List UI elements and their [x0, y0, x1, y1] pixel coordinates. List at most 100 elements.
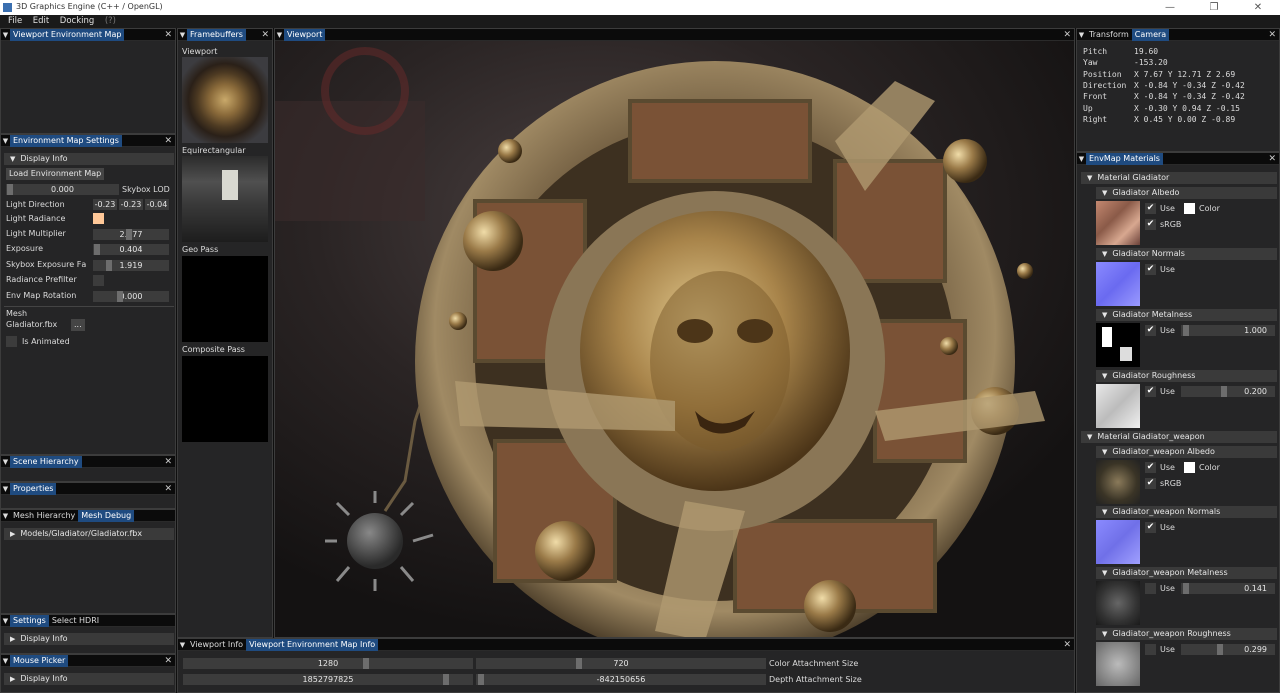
slider-knob[interactable]: [7, 184, 13, 195]
close-icon[interactable]: ✕: [164, 456, 172, 468]
slider-knob[interactable]: [126, 229, 132, 240]
radiance-prefilter-checkbox[interactable]: [93, 275, 104, 286]
tab-camera[interactable]: Camera: [1131, 29, 1170, 41]
material-weapon-header[interactable]: ▼ Material Gladiator_weapon: [1081, 431, 1277, 443]
normals-use-checkbox[interactable]: ✔: [1145, 264, 1156, 275]
close-icon[interactable]: ✕: [164, 483, 172, 495]
metalness-slider[interactable]: 1.000: [1181, 325, 1275, 336]
tab-viewport-info[interactable]: Viewport Info: [187, 639, 246, 651]
slider-knob[interactable]: [576, 658, 582, 669]
menu-help[interactable]: (?): [105, 15, 116, 28]
tab-settings[interactable]: Settings: [10, 615, 49, 627]
tab-select-hdri[interactable]: Select HDRI: [49, 615, 102, 627]
slider-knob[interactable]: [443, 674, 449, 685]
collapse-arrow-icon[interactable]: ▼: [1, 483, 10, 495]
slider-knob[interactable]: [1183, 325, 1189, 336]
weapon-roughness-slider[interactable]: 0.299: [1181, 644, 1275, 655]
slider-knob[interactable]: [1217, 644, 1223, 655]
close-icon[interactable]: ✕: [164, 655, 172, 667]
collapse-arrow-icon[interactable]: ▼: [178, 639, 187, 651]
slider-knob[interactable]: [1221, 386, 1227, 397]
tab-mesh-debug[interactable]: Mesh Debug: [78, 510, 135, 522]
roughness-use-checkbox[interactable]: ✔: [1145, 386, 1156, 397]
tab-viewport[interactable]: Viewport: [284, 29, 326, 41]
close-icon[interactable]: ✕: [164, 135, 172, 147]
close-icon[interactable]: ✕: [164, 29, 172, 41]
weapon-roughness-use-checkbox[interactable]: [1145, 644, 1156, 655]
tab-mouse-picker[interactable]: Mouse Picker: [10, 655, 69, 667]
collapse-arrow-icon[interactable]: ▼: [1, 135, 10, 147]
minimize-button[interactable]: —: [1148, 1, 1192, 14]
tab-envmap-materials[interactable]: EnvMap Materials: [1086, 153, 1163, 165]
weapon-normals-use-checkbox[interactable]: ✔: [1145, 522, 1156, 533]
color-height-slider[interactable]: 720: [476, 658, 766, 669]
weapon-metalness-slider[interactable]: 0.141: [1181, 583, 1275, 594]
close-icon[interactable]: ✕: [1268, 29, 1276, 41]
tab-transform[interactable]: Transform: [1086, 29, 1132, 41]
close-icon[interactable]: ✕: [1063, 29, 1071, 41]
depth-width-slider[interactable]: 1852797825: [183, 674, 473, 685]
metalness-use-checkbox[interactable]: ✔: [1145, 325, 1156, 336]
normals-header[interactable]: ▼ Gladiator Normals: [1096, 248, 1277, 260]
light-direction-x[interactable]: -0.23: [93, 199, 117, 210]
tab-properties[interactable]: Properties: [10, 483, 57, 495]
weapon-normals-header[interactable]: ▼ Gladiator_weapon Normals: [1096, 506, 1277, 518]
collapse-arrow-icon[interactable]: ▼: [1, 510, 10, 522]
weapon-metalness-use-checkbox[interactable]: [1145, 583, 1156, 594]
menu-file[interactable]: File: [8, 15, 22, 28]
collapse-arrow-icon[interactable]: ▼: [275, 29, 284, 41]
display-info-header[interactable]: ▼ Display Info: [4, 153, 174, 165]
skybox-exposure-slider[interactable]: 1.919: [93, 260, 169, 271]
weapon-roughness-header[interactable]: ▼ Gladiator_weapon Roughness: [1096, 628, 1277, 640]
albedo-use-checkbox[interactable]: ✔: [1145, 203, 1156, 214]
metalness-header[interactable]: ▼ Gladiator Metalness: [1096, 309, 1277, 321]
albedo-color-swatch[interactable]: [1184, 203, 1195, 214]
light-multiplier-slider[interactable]: 2.677: [93, 229, 169, 240]
tab-framebuffers[interactable]: Framebuffers: [187, 29, 246, 41]
menu-docking[interactable]: Docking: [60, 15, 95, 28]
light-direction-y[interactable]: -0.23: [119, 199, 143, 210]
env-map-rotation-slider[interactable]: 0.000: [93, 291, 169, 302]
depth-height-slider[interactable]: -842150656: [476, 674, 766, 685]
mesh-tree-item[interactable]: ▶ Models/Gladiator/Gladiator.fbx: [4, 528, 174, 540]
tab-mesh-hierarchy[interactable]: Mesh Hierarchy: [10, 510, 78, 522]
slider-knob[interactable]: [1183, 583, 1189, 594]
slider-knob[interactable]: [94, 244, 100, 255]
collapse-arrow-icon[interactable]: ▼: [1077, 153, 1086, 165]
light-direction-z[interactable]: -0.04: [145, 199, 169, 210]
collapse-arrow-icon[interactable]: ▼: [1, 615, 10, 627]
roughness-header[interactable]: ▼ Gladiator Roughness: [1096, 370, 1277, 382]
weapon-albedo-srgb-checkbox[interactable]: ✔: [1145, 478, 1156, 489]
weapon-albedo-header[interactable]: ▼ Gladiator_weapon Albedo: [1096, 446, 1277, 458]
albedo-srgb-checkbox[interactable]: ✔: [1145, 219, 1156, 230]
settings-display-info-header[interactable]: ▶ Display Info: [4, 633, 174, 645]
slider-knob[interactable]: [363, 658, 369, 669]
weapon-metalness-header[interactable]: ▼ Gladiator_weapon Metalness: [1096, 567, 1277, 579]
collapse-arrow-icon[interactable]: ▼: [1077, 29, 1086, 41]
collapse-arrow-icon[interactable]: ▼: [1, 29, 10, 41]
collapse-arrow-icon[interactable]: ▼: [1, 655, 10, 667]
exposure-slider[interactable]: 0.404: [93, 244, 169, 255]
tab-env-map[interactable]: Viewport Environment Map: [10, 29, 125, 41]
picker-display-info-header[interactable]: ▶ Display Info: [4, 673, 174, 685]
tab-env-map-info[interactable]: Viewport Environment Map Info: [246, 639, 379, 651]
light-radiance-color-swatch[interactable]: [93, 213, 104, 224]
is-animated-checkbox[interactable]: [6, 336, 17, 347]
menu-edit[interactable]: Edit: [33, 15, 49, 28]
close-icon[interactable]: ✕: [1063, 639, 1071, 651]
skybox-lod-slider[interactable]: 0.000: [6, 184, 119, 195]
collapse-arrow-icon[interactable]: ▼: [1, 456, 10, 468]
collapse-arrow-icon[interactable]: ▼: [178, 29, 187, 41]
restore-button[interactable]: ❐: [1192, 1, 1236, 14]
slider-knob[interactable]: [478, 674, 484, 685]
load-env-map-button[interactable]: Load Environment Map: [6, 168, 105, 180]
material-gladiator-header[interactable]: ▼ Material Gladiator: [1081, 172, 1277, 184]
weapon-albedo-color-swatch[interactable]: [1184, 462, 1195, 473]
albedo-header[interactable]: ▼ Gladiator Albedo: [1096, 187, 1277, 199]
color-width-slider[interactable]: 1280: [183, 658, 473, 669]
mesh-browse-button[interactable]: ...: [71, 319, 85, 331]
roughness-slider[interactable]: 0.200: [1181, 386, 1275, 397]
slider-knob[interactable]: [117, 291, 123, 302]
slider-knob[interactable]: [106, 260, 112, 271]
viewport-render[interactable]: [275, 41, 1075, 638]
